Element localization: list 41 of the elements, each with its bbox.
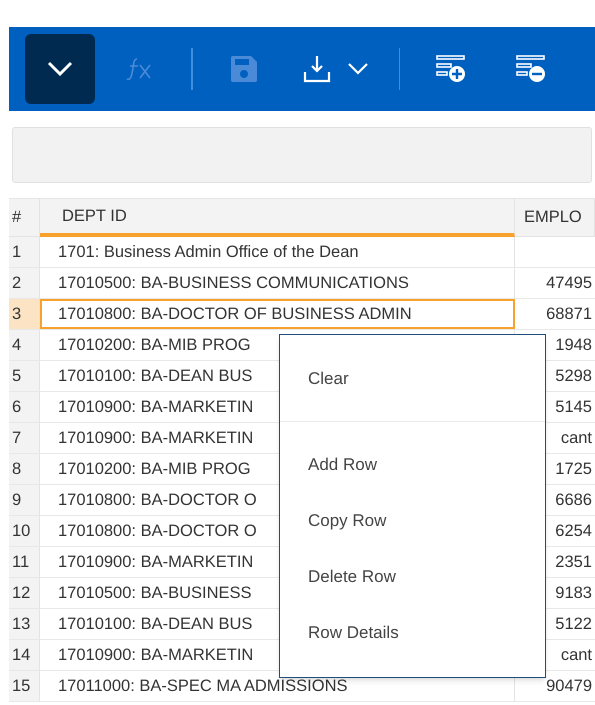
table-cell-text: 68871 (545, 304, 593, 325)
delete-row-icon (516, 54, 546, 84)
table-cell-text: 2351 (554, 552, 593, 573)
column-header[interactable]: DEPT ID (40, 199, 515, 237)
row-number: 8 (9, 454, 40, 484)
row-number: 11 (9, 547, 40, 577)
column-header[interactable]: EMPLO (515, 199, 595, 237)
table-cell-text: 1948 (554, 334, 593, 356)
row-number: 1 (9, 237, 40, 267)
row-number: 4 (9, 330, 40, 360)
table-cell: 1701: Business Admin Office of the Dean (40, 237, 515, 267)
table-cell-text: cant (560, 644, 593, 666)
table-cell-text: 5122 (554, 614, 593, 635)
row-number: 13 (9, 609, 40, 639)
save-icon (228, 54, 258, 84)
table-cell-text: 47495 (545, 272, 593, 294)
table-cell-text: 1725 (554, 458, 593, 480)
table-cell-text: 9183 (554, 582, 593, 604)
row-number: 9 (9, 485, 40, 515)
table-cell-text: 90479 (545, 676, 593, 697)
row-number: 12 (9, 578, 40, 608)
row-number: 5 (9, 361, 40, 391)
row-number: 6 (9, 392, 40, 422)
chevron-down-icon (46, 60, 74, 78)
chevron-down-icon (346, 62, 368, 76)
row-number: 3 (9, 299, 40, 329)
table-cell-text: cant (560, 428, 593, 449)
row-number: 15 (9, 671, 40, 701)
row-number: 10 (9, 516, 40, 546)
table-cell-text: 6254 (554, 520, 593, 542)
table-cell: 17010800: BA-DOCTOR OF BUSINESS ADMIN (40, 299, 515, 329)
add-row-icon (436, 54, 466, 84)
table-cell: 17010500: BA-BUSINESS COMMUNICATIONS (40, 268, 515, 298)
table-cell-text: 6686 (554, 490, 593, 511)
row-number: 2 (9, 268, 40, 298)
collapse-button[interactable] (25, 34, 95, 104)
table-cell-text: 5298 (554, 366, 593, 387)
download-icon (302, 55, 330, 83)
table-cell-text: 5145 (554, 396, 593, 418)
row-number: 14 (9, 640, 40, 670)
row-number: 7 (9, 423, 40, 453)
